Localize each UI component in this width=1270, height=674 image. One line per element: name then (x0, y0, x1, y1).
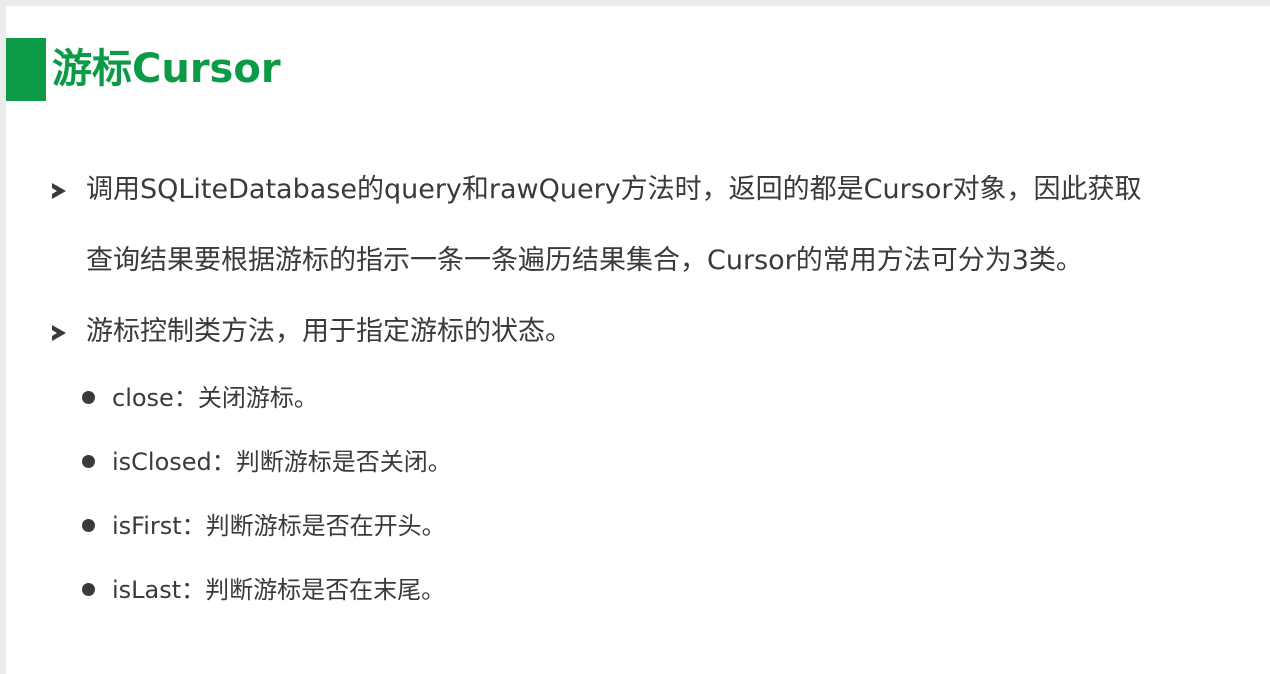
bullet-text: 调用SQLiteDatabase的query和rawQuery方法时，返回的都是… (86, 174, 1142, 205)
method-text: isFirst：判断游标是否在开头。 (112, 512, 446, 540)
slide-title: 游标Cursor (52, 46, 281, 92)
arrow-bullet-icon (52, 325, 66, 341)
title-accent-bar (6, 38, 46, 101)
dot-bullet-icon (82, 583, 95, 596)
method-text: close：关闭游标。 (112, 384, 318, 412)
method-text: isLast：判断游标是否在末尾。 (112, 576, 446, 604)
bullet-text: 查询结果要根据游标的指示一条一条遍历结果集合，Cursor的常用方法可分为3类。 (86, 245, 1083, 276)
slide: 游标Cursor 调用SQLiteDatabase的query和rawQuery… (6, 6, 1270, 674)
dot-bullet-icon (82, 391, 95, 404)
bullet-text: 游标控制类方法，用于指定游标的状态。 (86, 316, 572, 347)
dot-bullet-icon (82, 455, 95, 468)
dot-bullet-icon (82, 519, 95, 532)
arrow-bullet-icon (52, 183, 66, 199)
method-text: isClosed：判断游标是否关闭。 (112, 448, 452, 476)
